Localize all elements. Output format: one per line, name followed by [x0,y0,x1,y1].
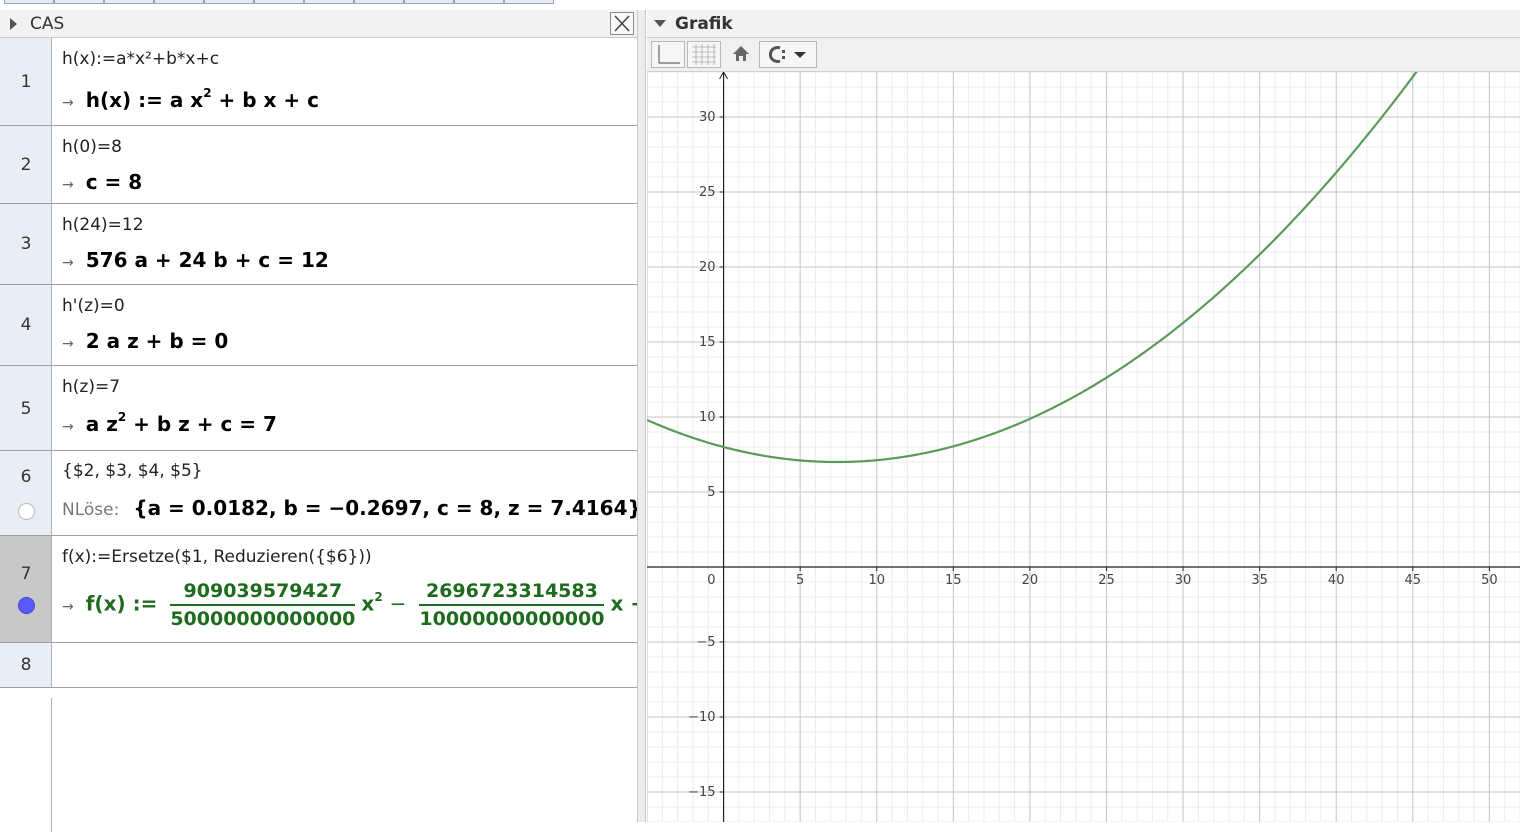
row-number[interactable]: 4 [0,285,52,365]
y-tick-label: 15 [699,335,716,350]
toggle-axes-button[interactable] [651,41,685,68]
x-tick-label: 45 [1405,573,1422,588]
point-capturing-dropdown[interactable] [759,41,817,68]
x-tick-label: 5 [796,573,804,588]
cas-input[interactable]: h(x):=a*x²+b*x+c [62,49,219,69]
graphics-header[interactable]: Grafik [647,10,1520,38]
row-number[interactable]: 1 [0,38,52,125]
cas-row[interactable]: 2 h(0)=8 → c = 8 [0,126,637,204]
origin-label: 0 [707,573,715,588]
row-number[interactable]: 8 [0,643,52,687]
y-tick-label: −10 [688,710,715,725]
home-icon [733,46,749,61]
fraction: 909039579427 50000000000000 [170,580,356,630]
nloese-label: NLöse: [62,500,120,520]
cas-output: → a z2 + b z + c = 7 [62,410,277,436]
cas-input[interactable]: h(z)=7 [62,377,120,397]
standard-view-button[interactable] [727,41,755,68]
toolbar-button[interactable] [404,0,454,4]
cas-row[interactable]: 7 f(x):=Ersetze($1, Reduzieren({$6})) → f… [0,536,668,643]
y-tick-label: 30 [699,110,716,125]
output-arrow-icon: → [62,255,74,271]
output-arrow-icon: → [62,419,74,435]
graphics-title: Grafik [675,14,733,34]
cas-title: CAS [30,14,65,34]
x-tick-label: 20 [1022,573,1039,588]
x-tick-label: 40 [1328,573,1345,588]
y-tick-label: 10 [699,410,716,425]
y-tick-label: 20 [699,260,716,275]
view-splitter[interactable] [637,10,646,822]
output-arrow-icon: → [62,598,74,615]
toggle-grid-button[interactable] [687,41,721,68]
cas-output: → 576 a + 24 b + c = 12 [62,248,329,272]
cas-header[interactable]: CAS [0,10,637,38]
cas-view: CAS 1 h(x):=a*x²+b*x+c → h(x) := a x2 + b… [0,10,668,832]
toolbar-button[interactable] [154,0,204,4]
row-number-column-border [51,698,52,832]
row-number[interactable]: 7 [0,536,52,642]
main-toolbar-strip [0,0,1520,10]
graphics-style-bar [647,38,1520,72]
x-tick-label: 35 [1251,573,1268,588]
toolbar-button[interactable] [254,0,304,4]
fraction: 2696723314583 10000000000000 [419,580,605,630]
output-arrow-icon: → [62,177,74,193]
graphics-view: Grafik 5 10 15 20 25 30 35 40 45 50 −15 … [647,10,1520,822]
toolbar-button[interactable] [454,0,504,4]
close-view-button[interactable] [610,12,634,35]
row-number[interactable]: 3 [0,204,52,284]
graph-canvas[interactable]: 5 10 15 20 25 30 35 40 45 50 −15 −10 −5 5 10 15 20 25 30 0 [647,72,1520,822]
output-arrow-icon: → [62,336,74,352]
cas-output: → f(x) := 909039579427 50000000000000 x2 − … [62,580,668,630]
cas-output: → h(x) := a x2 + b x + c [62,86,319,112]
cas-row[interactable]: 8 [0,643,637,688]
toolbar-button[interactable] [104,0,154,4]
cas-row[interactable]: 3 h(24)=12 → 576 a + 24 b + c = 12 [0,204,637,285]
toolbar-button[interactable] [54,0,104,4]
row-number[interactable]: 5 [0,366,52,450]
row-number[interactable]: 6 [0,451,52,535]
toolbar-button[interactable] [304,0,354,4]
x-tick-label: 30 [1175,573,1192,588]
cas-row[interactable]: 5 h(z)=7 → a z2 + b z + c = 7 [0,366,637,451]
collapse-triangle-icon[interactable] [654,20,666,27]
coordinate-system[interactable]: 5 10 15 20 25 30 35 40 45 50 −15 −10 −5 5 10 15 20 25 30 0 [647,72,1520,822]
y-tick-label: −15 [688,785,715,800]
minor-grid [647,72,1520,822]
y-tick-label: −5 [696,635,715,650]
grid-icon [692,44,716,65]
toolbar-button[interactable] [354,0,404,4]
y-tick-label: 5 [707,485,715,500]
toolbar-button[interactable] [4,0,54,4]
toolbar-button[interactable] [504,0,554,4]
show-in-graphics-toggle[interactable] [18,597,35,614]
x-tick-label: 10 [868,573,885,588]
axes-icon [658,45,680,64]
cas-output: NLöse: {a = 0.0182, b = −0.2697, c = 8, z… [62,496,642,520]
cas-row[interactable]: 4 h'(z)=0 → 2 a z + b = 0 [0,285,637,366]
cas-input[interactable]: h'(z)=0 [62,296,125,316]
output-arrow-icon: → [62,95,74,111]
capture-dropdown-icon [768,46,806,63]
row-number[interactable]: 2 [0,126,52,203]
show-in-graphics-toggle[interactable] [18,503,35,520]
cas-row[interactable]: 1 h(x):=a*x²+b*x+c → h(x) := a x2 + b x +… [0,38,637,126]
cas-input[interactable]: h(24)=12 [62,215,144,235]
tick-labels: 5 10 15 20 25 30 35 40 45 50 −15 −10 −5 5 10 15 20 25 30 0 [688,110,1498,800]
x-tick-label: 50 [1481,573,1498,588]
cas-row[interactable]: 6 {$2, $3, $4, $5} NLöse: {a = 0.0182, b … [0,451,642,536]
toolbar-button[interactable] [204,0,254,4]
cas-output: → c = 8 [62,170,143,194]
cas-input[interactable]: h(0)=8 [62,137,122,157]
x-tick-label: 15 [945,573,962,588]
cas-input[interactable]: f(x):=Ersetze($1, Reduzieren({$6})) [62,547,372,567]
close-icon [614,15,630,32]
y-tick-label: 25 [699,185,716,200]
cas-input[interactable]: {$2, $3, $4, $5} [62,461,203,481]
x-tick-label: 25 [1098,573,1115,588]
collapse-triangle-icon[interactable] [10,18,17,30]
cas-output: → 2 a z + b = 0 [62,329,229,353]
